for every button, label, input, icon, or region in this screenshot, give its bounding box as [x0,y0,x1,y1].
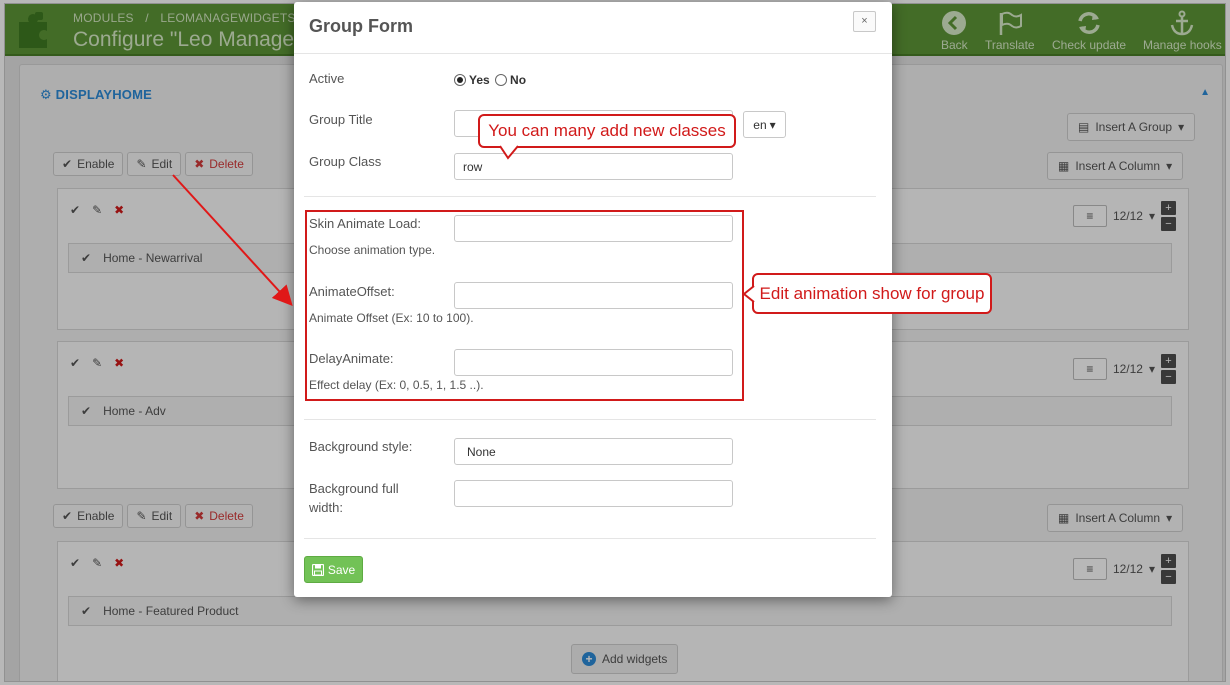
arrow-edit-to-form [172,174,293,306]
annotation-arrows [172,143,757,306]
callout-edit-animation-tail [742,285,755,303]
callout-new-classes-tail [499,145,519,160]
